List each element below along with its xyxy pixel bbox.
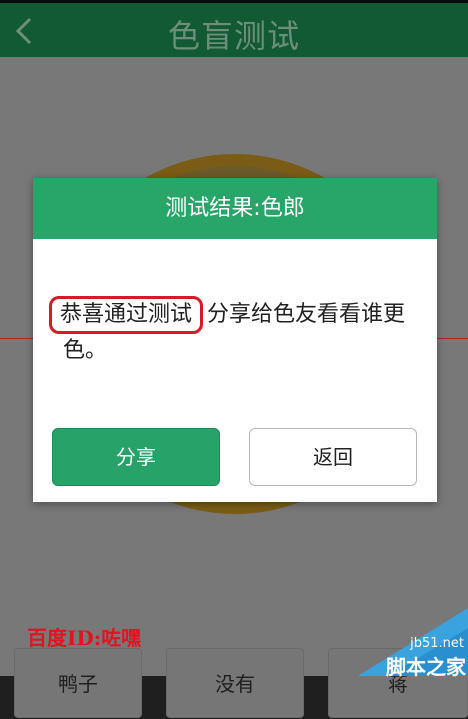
dialog-title: 测试结果:色郎 xyxy=(33,178,437,239)
page-title: 色盲测试 xyxy=(167,17,300,55)
dialog-message: 恭喜通过测试 分享给色友看看谁更色。 xyxy=(49,296,413,368)
share-button[interactable]: 分享 xyxy=(52,428,220,486)
highlighted-congrats-text: 恭喜通过测试 xyxy=(49,296,204,334)
return-button[interactable]: 返回 xyxy=(249,428,417,486)
corner-logo-site: jb51.net xyxy=(410,636,464,651)
app-header: 色盲测试 xyxy=(0,0,468,57)
baidu-watermark: 百度ID:咗嘿 xyxy=(27,626,142,650)
answer-option-1[interactable]: 鸭子 xyxy=(14,648,142,718)
answer-option-2[interactable]: 没有 xyxy=(166,648,304,718)
result-dialog: 测试结果:色郎 恭喜通过测试 分享给色友看看谁更色。 分享 返回 xyxy=(33,178,437,502)
